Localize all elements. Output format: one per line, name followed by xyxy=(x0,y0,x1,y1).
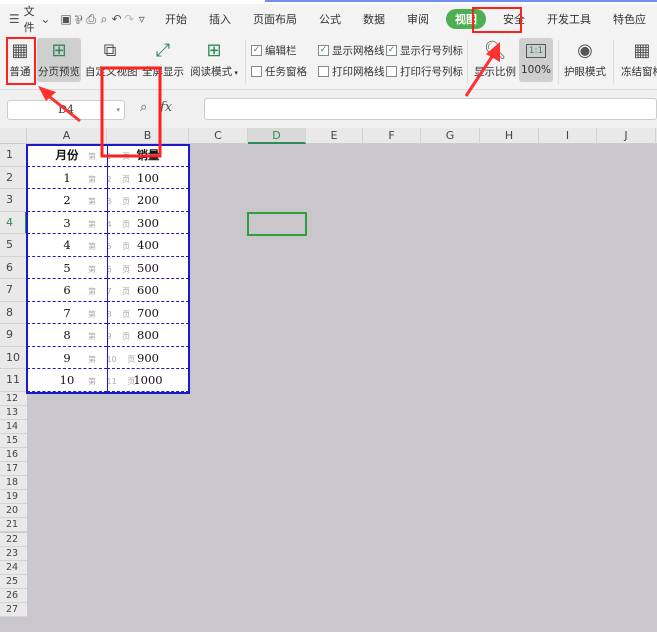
annotation-arrow xyxy=(464,51,497,97)
annotation-arrow xyxy=(45,92,81,123)
annotation-layer xyxy=(6,7,522,158)
annotation-box-page xyxy=(100,66,162,158)
annotation-box-view-tab xyxy=(472,7,522,33)
annotation-arrowhead xyxy=(486,42,500,62)
annotation-box-normal xyxy=(6,37,36,85)
